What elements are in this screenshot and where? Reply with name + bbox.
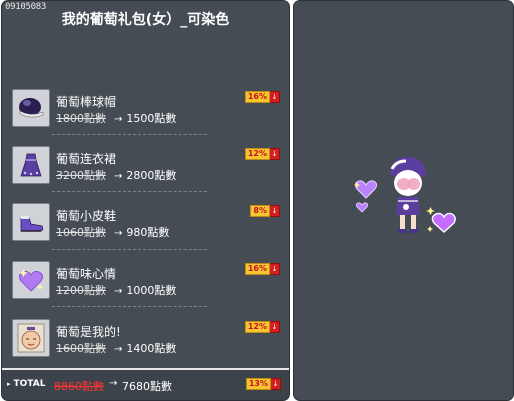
arrow-icon: → (114, 344, 123, 355)
total-bar: ▸ TOTAL 8860點數 → 7680點數 13% ↓ (2, 368, 289, 400)
item-new-price: 1000點數 (126, 284, 177, 297)
divider (52, 249, 207, 250)
divider (52, 191, 207, 192)
item-old-price: 1060點數 (56, 226, 106, 239)
divider (52, 306, 207, 307)
discount-percent: 16% (244, 263, 270, 275)
divider (52, 134, 207, 135)
item-thumbnail (12, 261, 50, 299)
item-name: 葡萄味心情 (56, 267, 117, 281)
down-arrow-icon: ↓ (270, 91, 280, 103)
arrow-icon: → (114, 114, 123, 125)
discount-percent: 12% (244, 148, 270, 160)
discount-percent: 16% (244, 91, 270, 103)
item-name: 葡萄连衣裙 (56, 152, 117, 166)
discount-percent: 13% (245, 378, 271, 390)
down-arrow-icon: ↓ (270, 321, 280, 333)
arrow-icon: → (114, 286, 123, 297)
discount-badge: 16% ↓ (244, 91, 280, 103)
heart-effect-icon (426, 207, 456, 233)
item-row[interactable]: 葡萄是我的! 1600點數 → 1400點數 12% ↓ (12, 319, 280, 361)
discount-badge: 12% ↓ (244, 321, 280, 333)
total-label: ▸ TOTAL (7, 379, 45, 389)
item-prices: 1060點數 → 980點數 (56, 224, 169, 240)
shoe-icon (20, 216, 44, 232)
item-prices: 1600點數 → 1400點數 (56, 340, 176, 356)
item-old-price: 1800點數 (56, 112, 106, 125)
item-name: 葡萄是我的! (56, 325, 121, 339)
item-thumbnail (12, 319, 50, 357)
item-old-price: 1200點數 (56, 284, 106, 297)
total-old-price: 8860點數 (54, 380, 104, 393)
hearts-effect-icon (19, 269, 43, 292)
discount-badge: 13% ↓ (245, 378, 281, 390)
item-row[interactable]: 葡萄棒球帽 1800點數 → 1500點數 16% ↓ (12, 89, 280, 131)
down-arrow-icon: ↓ (270, 205, 280, 217)
face-icon (17, 323, 45, 353)
down-arrow-icon: ↓ (270, 263, 280, 275)
package-detail-panel: 09105083 我的葡萄礼包(女）_可染色 葡萄棒球帽 1800點數 → 1500… (1, 0, 290, 401)
total-label-text: TOTAL (13, 379, 46, 389)
item-prices: 3200點數 → 2800點數 (56, 167, 176, 183)
triangle-icon: ▸ (7, 380, 11, 388)
item-name: 葡萄棒球帽 (56, 95, 117, 109)
item-prices: 1200點數 → 1000點數 (56, 282, 176, 298)
item-thumbnail (12, 203, 50, 241)
total-new-price: 7680點數 (122, 380, 172, 393)
down-arrow-icon: ↓ (270, 148, 280, 160)
arrow-icon: → (109, 378, 118, 389)
item-row[interactable]: 葡萄连衣裙 3200點數 → 2800點數 12% ↓ (12, 146, 280, 188)
dress-icon (20, 153, 42, 177)
item-new-price: 980點數 (126, 226, 170, 239)
item-row[interactable]: 葡萄小皮鞋 1060點數 → 980點數 8% ↓ (12, 203, 280, 245)
discount-badge: 12% ↓ (244, 148, 280, 160)
discount-badge: 16% ↓ (244, 263, 280, 275)
item-name: 葡萄小皮鞋 (56, 209, 117, 223)
heart-effect-icon (354, 180, 378, 213)
item-old-price: 3200點數 (56, 169, 106, 182)
discount-percent: 12% (244, 321, 270, 333)
item-thumbnail (12, 89, 50, 127)
discount-badge: 8% ↓ (250, 205, 280, 217)
discount-percent: 8% (250, 205, 270, 217)
arrow-icon: → (114, 228, 123, 239)
item-new-price: 1500點數 (126, 112, 177, 125)
character-preview-panel (293, 0, 514, 401)
baseball-cap-icon (19, 98, 44, 118)
down-arrow-icon: ↓ (271, 378, 281, 390)
item-new-price: 1400點數 (126, 342, 177, 355)
item-new-price: 2800點數 (126, 169, 177, 182)
item-row[interactable]: 葡萄味心情 1200點數 → 1000點數 16% ↓ (12, 261, 280, 303)
item-thumbnail (12, 146, 50, 184)
package-title: 我的葡萄礼包(女）_可染色 (61, 12, 230, 28)
item-prices: 1800點數 → 1500點數 (56, 110, 176, 126)
arrow-icon: → (114, 171, 123, 182)
item-old-price: 1600點數 (56, 342, 106, 355)
